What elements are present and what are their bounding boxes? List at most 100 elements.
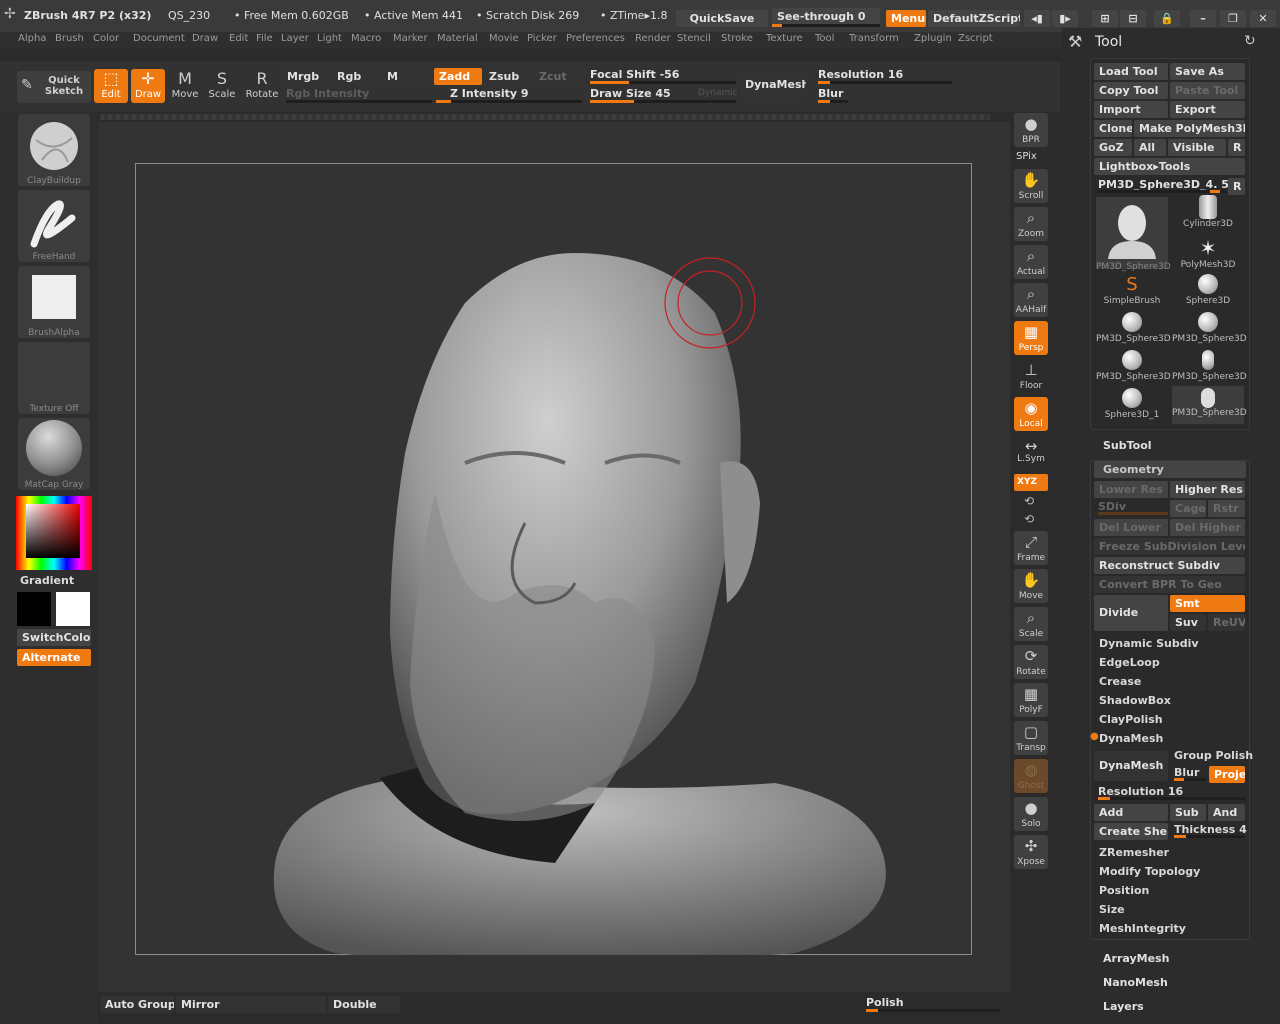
focal-shift-slider[interactable]: Focal Shift -56 (590, 68, 679, 81)
subtool-header[interactable]: SubTool (1103, 439, 1152, 452)
gradient-label[interactable]: Gradient (20, 574, 74, 587)
lock-icon[interactable]: 🔒 (1154, 10, 1180, 27)
rstr-button[interactable]: Rstr (1208, 500, 1245, 517)
move-button[interactable]: M Move (168, 69, 202, 103)
tool-thumb-sphere3d[interactable]: Sphere3D (1172, 274, 1244, 310)
cage-button[interactable]: Cage (1170, 500, 1206, 517)
sdiv-track[interactable] (1098, 512, 1168, 515)
m-button[interactable]: M (382, 68, 430, 85)
rotate-view-button[interactable]: ⟳ Rotate (1014, 645, 1048, 679)
tool-thumb-pm3d-2[interactable]: PM3D_Sphere3D (1172, 312, 1247, 348)
z-intensity-track[interactable] (436, 100, 582, 103)
quick-sketch-button[interactable]: ✎ Quick Sketch (17, 71, 91, 103)
polish-slider[interactable]: Polish (866, 996, 904, 1009)
nanomesh-header[interactable]: NanoMesh (1103, 976, 1168, 989)
current-tool-track[interactable] (1098, 190, 1226, 193)
reuv-button[interactable]: ReUV (1208, 614, 1245, 631)
actual-button[interactable]: ⌕ Actual (1014, 245, 1048, 279)
menu-transform[interactable]: Transform (849, 33, 899, 44)
menu-stroke[interactable]: Stroke (721, 33, 753, 44)
menu-alpha[interactable]: Alpha (18, 33, 46, 44)
menu-draw[interactable]: Draw (192, 33, 218, 44)
arraymesh-header[interactable]: ArrayMesh (1103, 952, 1169, 965)
ghost-button[interactable]: ◍ Ghost (1014, 759, 1048, 793)
thickness-track[interactable] (1174, 835, 1245, 838)
menu-preferences[interactable]: Preferences (566, 33, 625, 44)
blur-track[interactable] (1174, 778, 1206, 781)
blur-shelf-track[interactable] (818, 100, 848, 103)
see-through-track[interactable] (772, 24, 880, 27)
spix-slider[interactable]: SPix (1016, 151, 1037, 162)
tool-thumb-pm3d-4[interactable]: PM3D_Sphere3D (1172, 350, 1247, 386)
z-intensity-slider[interactable]: Z Intensity 9 (450, 87, 529, 100)
resolution-shelf-slider[interactable]: Resolution 16 (818, 68, 903, 81)
tool-thumb-polymesh3d[interactable]: ✶ PolyMesh3D (1172, 236, 1244, 272)
blur-shelf-slider[interactable]: Blur (818, 87, 843, 100)
r-button[interactable]: R (1228, 139, 1245, 156)
main-color-swatch[interactable] (17, 592, 51, 626)
scale-button[interactable]: S Scale (205, 69, 239, 103)
draw-size-slider[interactable]: Draw Size 45 (590, 87, 671, 100)
default-zscript-button[interactable]: DefaultZScript (928, 10, 1020, 27)
tool-thumb-pm3d-head[interactable]: PM3D_Sphere3D (1096, 197, 1171, 272)
goz-button[interactable]: GoZ (1094, 139, 1132, 156)
tool-thumb-simplebrush[interactable]: S SimpleBrush (1096, 274, 1168, 310)
mrgb-button[interactable]: Mrgb (282, 68, 330, 85)
zcut-button[interactable]: Zcut (534, 68, 582, 85)
secondary-color-swatch[interactable] (56, 592, 90, 626)
edit-button[interactable]: ⬚ Edit (94, 69, 128, 103)
modify-topology-header[interactable]: Modify Topology (1099, 865, 1200, 878)
dynamesh-header[interactable]: DynaMesh (1099, 732, 1163, 745)
layers-header[interactable]: Layers (1103, 1000, 1144, 1013)
scale-view-button[interactable]: ⌕ Scale (1014, 607, 1048, 641)
dynamesh-shelf-button[interactable]: DynaMesh (740, 72, 806, 98)
polyf-button[interactable]: ▦ PolyF (1014, 683, 1048, 717)
ui-layout2-icon[interactable]: ⊟ (1120, 10, 1146, 27)
shadowbox-header[interactable]: ShadowBox (1099, 694, 1171, 707)
close-icon[interactable]: ✕ (1250, 10, 1276, 27)
refresh-icon[interactable]: ↻ (1244, 33, 1256, 49)
edgeloop-header[interactable]: EdgeLoop (1099, 656, 1160, 669)
size-header[interactable]: Size (1099, 903, 1125, 916)
menu-file[interactable]: File (256, 33, 273, 44)
menu-texture[interactable]: Texture (766, 33, 803, 44)
del-higher-button[interactable]: Del Higher (1170, 519, 1245, 536)
move-view-button[interactable]: ✋ Move (1014, 569, 1048, 603)
sculpted-head-model[interactable] (135, 163, 972, 955)
menu-document[interactable]: Document (133, 33, 185, 44)
transp-button[interactable]: ▢ Transp (1014, 721, 1048, 755)
switchcolor-button[interactable]: SwitchColor (17, 629, 91, 646)
menu-color[interactable]: Color (93, 33, 119, 44)
zremesher-header[interactable]: ZRemesher (1099, 846, 1169, 859)
menu-brush[interactable]: Brush (55, 33, 84, 44)
ui-layout-icon[interactable]: ⊞ (1092, 10, 1118, 27)
menu-edit[interactable]: Edit (229, 33, 248, 44)
crease-header[interactable]: Crease (1099, 675, 1141, 688)
save-as-button[interactable]: Save As (1170, 63, 1245, 80)
minimize-icon[interactable]: – (1190, 10, 1216, 27)
meshintegrity-header[interactable]: MeshIntegrity (1099, 922, 1186, 935)
divide-button[interactable]: Divide (1094, 595, 1168, 631)
dynamic-subdiv-header[interactable]: Dynamic Subdiv (1099, 637, 1199, 650)
xpose-button[interactable]: ✣ Xpose (1014, 835, 1048, 869)
claypolish-header[interactable]: ClayPolish (1099, 713, 1163, 726)
quicksave-button[interactable]: QuickSave (676, 10, 768, 27)
menu-macro[interactable]: Macro (351, 33, 381, 44)
sub-button[interactable]: Sub (1170, 804, 1206, 821)
menu-layer[interactable]: Layer (281, 33, 309, 44)
make-polymesh-button[interactable]: Make PolyMesh3D (1134, 120, 1245, 137)
alternate-button[interactable]: Alternate (17, 649, 91, 666)
freeze-subdivision-button[interactable]: Freeze SubDivision Levels (1094, 538, 1245, 555)
floor-button[interactable]: ⊥ Floor (1014, 359, 1048, 393)
rgb-button[interactable]: Rgb (332, 68, 380, 85)
dynamic-toggle[interactable]: Dynamic (698, 88, 738, 98)
visible-button[interactable]: Visible (1168, 139, 1226, 156)
local-button[interactable]: ◉ Local (1014, 397, 1048, 431)
maximize-icon[interactable]: ❐ (1220, 10, 1246, 27)
rotate-z-icon[interactable]: ⟲ (1024, 512, 1034, 526)
copy-tool-button[interactable]: Copy Tool (1094, 82, 1168, 99)
lower-res-button[interactable]: Lower Res (1094, 481, 1168, 498)
auto-group-button[interactable]: Auto Group (100, 996, 174, 1013)
resolution-track[interactable] (1098, 797, 1245, 800)
menu-movie[interactable]: Movie (489, 33, 519, 44)
